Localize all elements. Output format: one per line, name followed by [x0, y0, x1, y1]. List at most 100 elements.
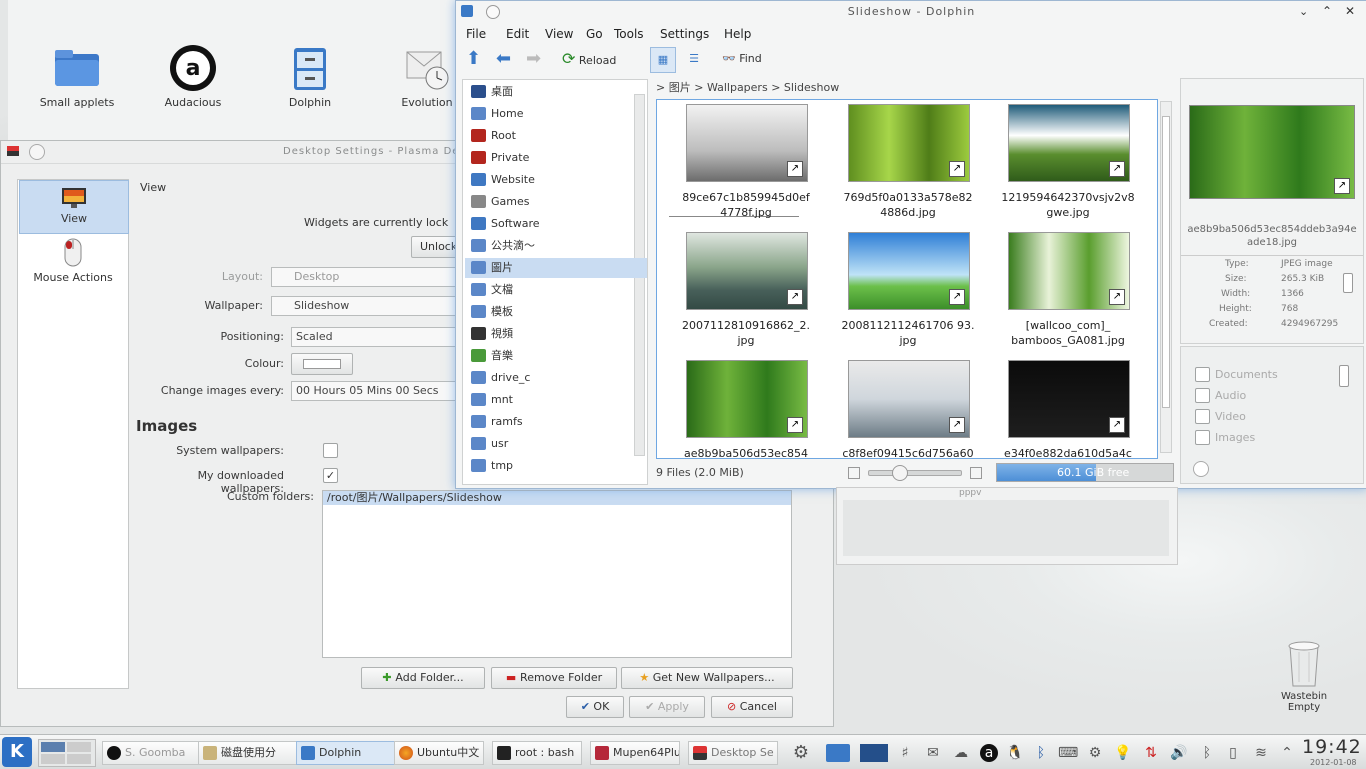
place-item[interactable]: Software — [465, 214, 647, 234]
layout-select[interactable]: Desktop — [271, 267, 461, 287]
keyboard-icon[interactable]: ⌨ — [1058, 744, 1078, 762]
custom-folders-list[interactable]: /root/图片/Wallpapers/Slideshow — [322, 490, 792, 658]
positioning-select[interactable]: Scaled — [291, 327, 461, 347]
forward-icon[interactable]: ➡ — [526, 47, 541, 71]
place-item[interactable]: Games — [465, 192, 647, 212]
mail-icon[interactable]: ✉ — [924, 744, 942, 762]
remove-folder-button[interactable]: ▬ Remove Folder — [491, 667, 617, 689]
file-thumbnail[interactable]: ↗ — [1008, 360, 1130, 438]
place-item[interactable]: Website — [465, 170, 647, 190]
pager-desktop[interactable] — [67, 742, 91, 752]
pin-button[interactable] — [486, 5, 500, 19]
audacious-tray-icon[interactable]: a — [980, 744, 998, 762]
zoom-out-icon[interactable] — [848, 467, 860, 479]
kde-menu-icon[interactable]: K — [2, 737, 32, 767]
file-name[interactable]: [wallcoo_com]_ bamboos_GA081.jpg — [993, 318, 1143, 348]
place-item[interactable]: 桌面 — [465, 82, 647, 102]
scrollbar-handle[interactable] — [1162, 116, 1170, 408]
up-icon[interactable]: ⬆ — [466, 47, 481, 71]
file-name[interactable]: 89ce67c1b859945d0ef 4778f.jpg — [671, 190, 821, 220]
get-new-wallpapers-button[interactable]: ★ Get New Wallpapers... — [621, 667, 793, 689]
file-name[interactable]: ae8b9ba506d53ec854 — [671, 446, 821, 461]
menu-settings[interactable]: Settings — [660, 27, 709, 41]
menu-go[interactable]: Go — [586, 27, 603, 41]
menu-tools[interactable]: Tools — [614, 27, 644, 41]
gear-icon[interactable]: ⚙ — [1086, 744, 1104, 762]
file-thumbnail[interactable]: ↗ — [848, 104, 970, 182]
place-item[interactable]: Private — [465, 148, 647, 168]
zoom-in-icon[interactable] — [970, 467, 982, 479]
ok-button[interactable]: ✔ OK — [566, 696, 624, 718]
task-terminal[interactable]: root : bash — [492, 741, 582, 765]
menu-view[interactable]: View — [545, 27, 573, 41]
launcher-dolphin[interactable]: Dolphin — [265, 44, 355, 109]
pager-desktop[interactable] — [67, 754, 91, 764]
pin-button[interactable] — [29, 144, 45, 160]
volume-icon[interactable]: 🔊 — [1170, 744, 1188, 762]
wastebin[interactable]: Wastebin Empty — [1272, 640, 1336, 713]
update-icon[interactable]: ⇅ — [1142, 744, 1160, 762]
file-thumbnail[interactable]: ↗ — [686, 360, 808, 438]
task-goomba[interactable]: S. Goomba — [102, 741, 212, 765]
add-folder-button[interactable]: ✚ Add Folder... — [361, 667, 485, 689]
colour-button[interactable] — [291, 353, 353, 375]
file-name[interactable]: 769d5f0a0133a578e82 4886d.jpg — [833, 190, 983, 220]
display-icon[interactable] — [860, 744, 888, 762]
task-disk-usage[interactable]: 磁盘使用分 — [198, 741, 310, 765]
task-mupen[interactable]: Mupen64Plu — [590, 741, 680, 765]
wifi-icon[interactable]: ≋ — [1252, 744, 1270, 762]
battery-icon[interactable]: ▯ — [1224, 744, 1242, 762]
details-view-button[interactable]: ☰ — [682, 47, 706, 71]
pager-desktop[interactable] — [41, 742, 65, 752]
file-thumbnail[interactable]: ↗ — [1008, 104, 1130, 182]
launcher-audacious[interactable]: a Audacious — [148, 44, 238, 109]
file-name[interactable]: 2007112810916862_2. jpg — [671, 318, 821, 348]
breadcrumb-item[interactable]: Wallpapers — [707, 81, 768, 94]
scrollbar-handle[interactable] — [1343, 273, 1353, 293]
usb-icon[interactable]: ♯ — [896, 744, 914, 762]
minimize-button[interactable]: ⌄ — [1299, 5, 1308, 18]
sidebar-item-view[interactable]: View — [19, 180, 129, 234]
bluetooth-icon[interactable]: ᛒ — [1198, 744, 1216, 762]
my-downloaded-checkbox[interactable]: ✓ — [323, 468, 338, 483]
menu-file[interactable]: File — [466, 27, 486, 41]
cancel-button[interactable]: ⊘ Cancel — [711, 696, 793, 718]
bluetooth-icon[interactable]: ᛒ — [1032, 744, 1050, 762]
file-thumbnail[interactable]: ↗ — [1008, 232, 1130, 310]
pager[interactable] — [38, 739, 96, 767]
icons-view-button[interactable]: ▦ — [650, 47, 676, 73]
apply-button[interactable]: ✔ Apply — [629, 696, 705, 718]
file-thumbnail[interactable]: ↗ — [686, 232, 808, 310]
file-thumbnail[interactable]: ↗ — [848, 232, 970, 310]
place-item[interactable]: mnt — [465, 390, 647, 410]
weather-icon[interactable]: ☁ — [952, 744, 970, 762]
chevron-up-icon[interactable]: ⌃ — [1278, 744, 1296, 762]
clock-time[interactable]: 19:42 — [1302, 736, 1362, 758]
reload-button[interactable]: ⟳ Reload — [562, 47, 616, 71]
filter-checkbox[interactable] — [1195, 367, 1210, 382]
sidebar-item-mouse-actions[interactable]: Mouse Actions — [19, 238, 127, 290]
breadcrumb-item[interactable]: 图片 — [669, 81, 691, 94]
menu-edit[interactable]: Edit — [506, 27, 529, 41]
file-view-scrollbar[interactable] — [1160, 101, 1172, 453]
place-item[interactable]: Root — [465, 126, 647, 146]
gear-icon[interactable]: ⚙ — [792, 744, 810, 762]
back-icon[interactable]: ⬅ — [496, 47, 511, 71]
radio-button[interactable] — [1193, 461, 1209, 477]
place-item[interactable]: ramfs — [465, 412, 647, 432]
breadcrumb[interactable]: > 图片 > Wallpapers > Slideshow — [656, 79, 839, 95]
file-thumbnail[interactable]: ↗ — [686, 104, 808, 182]
place-item[interactable]: 公共滴～ — [465, 236, 647, 256]
file-name[interactable]: c8f8ef09415c6d756a60 — [833, 446, 983, 461]
file-thumbnail[interactable]: ↗ — [848, 360, 970, 438]
place-item[interactable]: 圖片 — [465, 258, 647, 278]
zoom-slider-handle[interactable] — [892, 465, 909, 481]
monitor-icon[interactable] — [826, 744, 850, 762]
place-item[interactable]: 音樂 — [465, 346, 647, 366]
task-desktop-settings[interactable]: Desktop Se — [688, 741, 778, 765]
place-item[interactable]: tmp — [465, 456, 647, 476]
place-item[interactable]: 文檔 — [465, 280, 647, 300]
file-name[interactable]: 1219594642370vsjv2v8 gwe.jpg — [993, 190, 1143, 220]
place-item[interactable]: 模板 — [465, 302, 647, 322]
place-item[interactable]: usr — [465, 434, 647, 454]
